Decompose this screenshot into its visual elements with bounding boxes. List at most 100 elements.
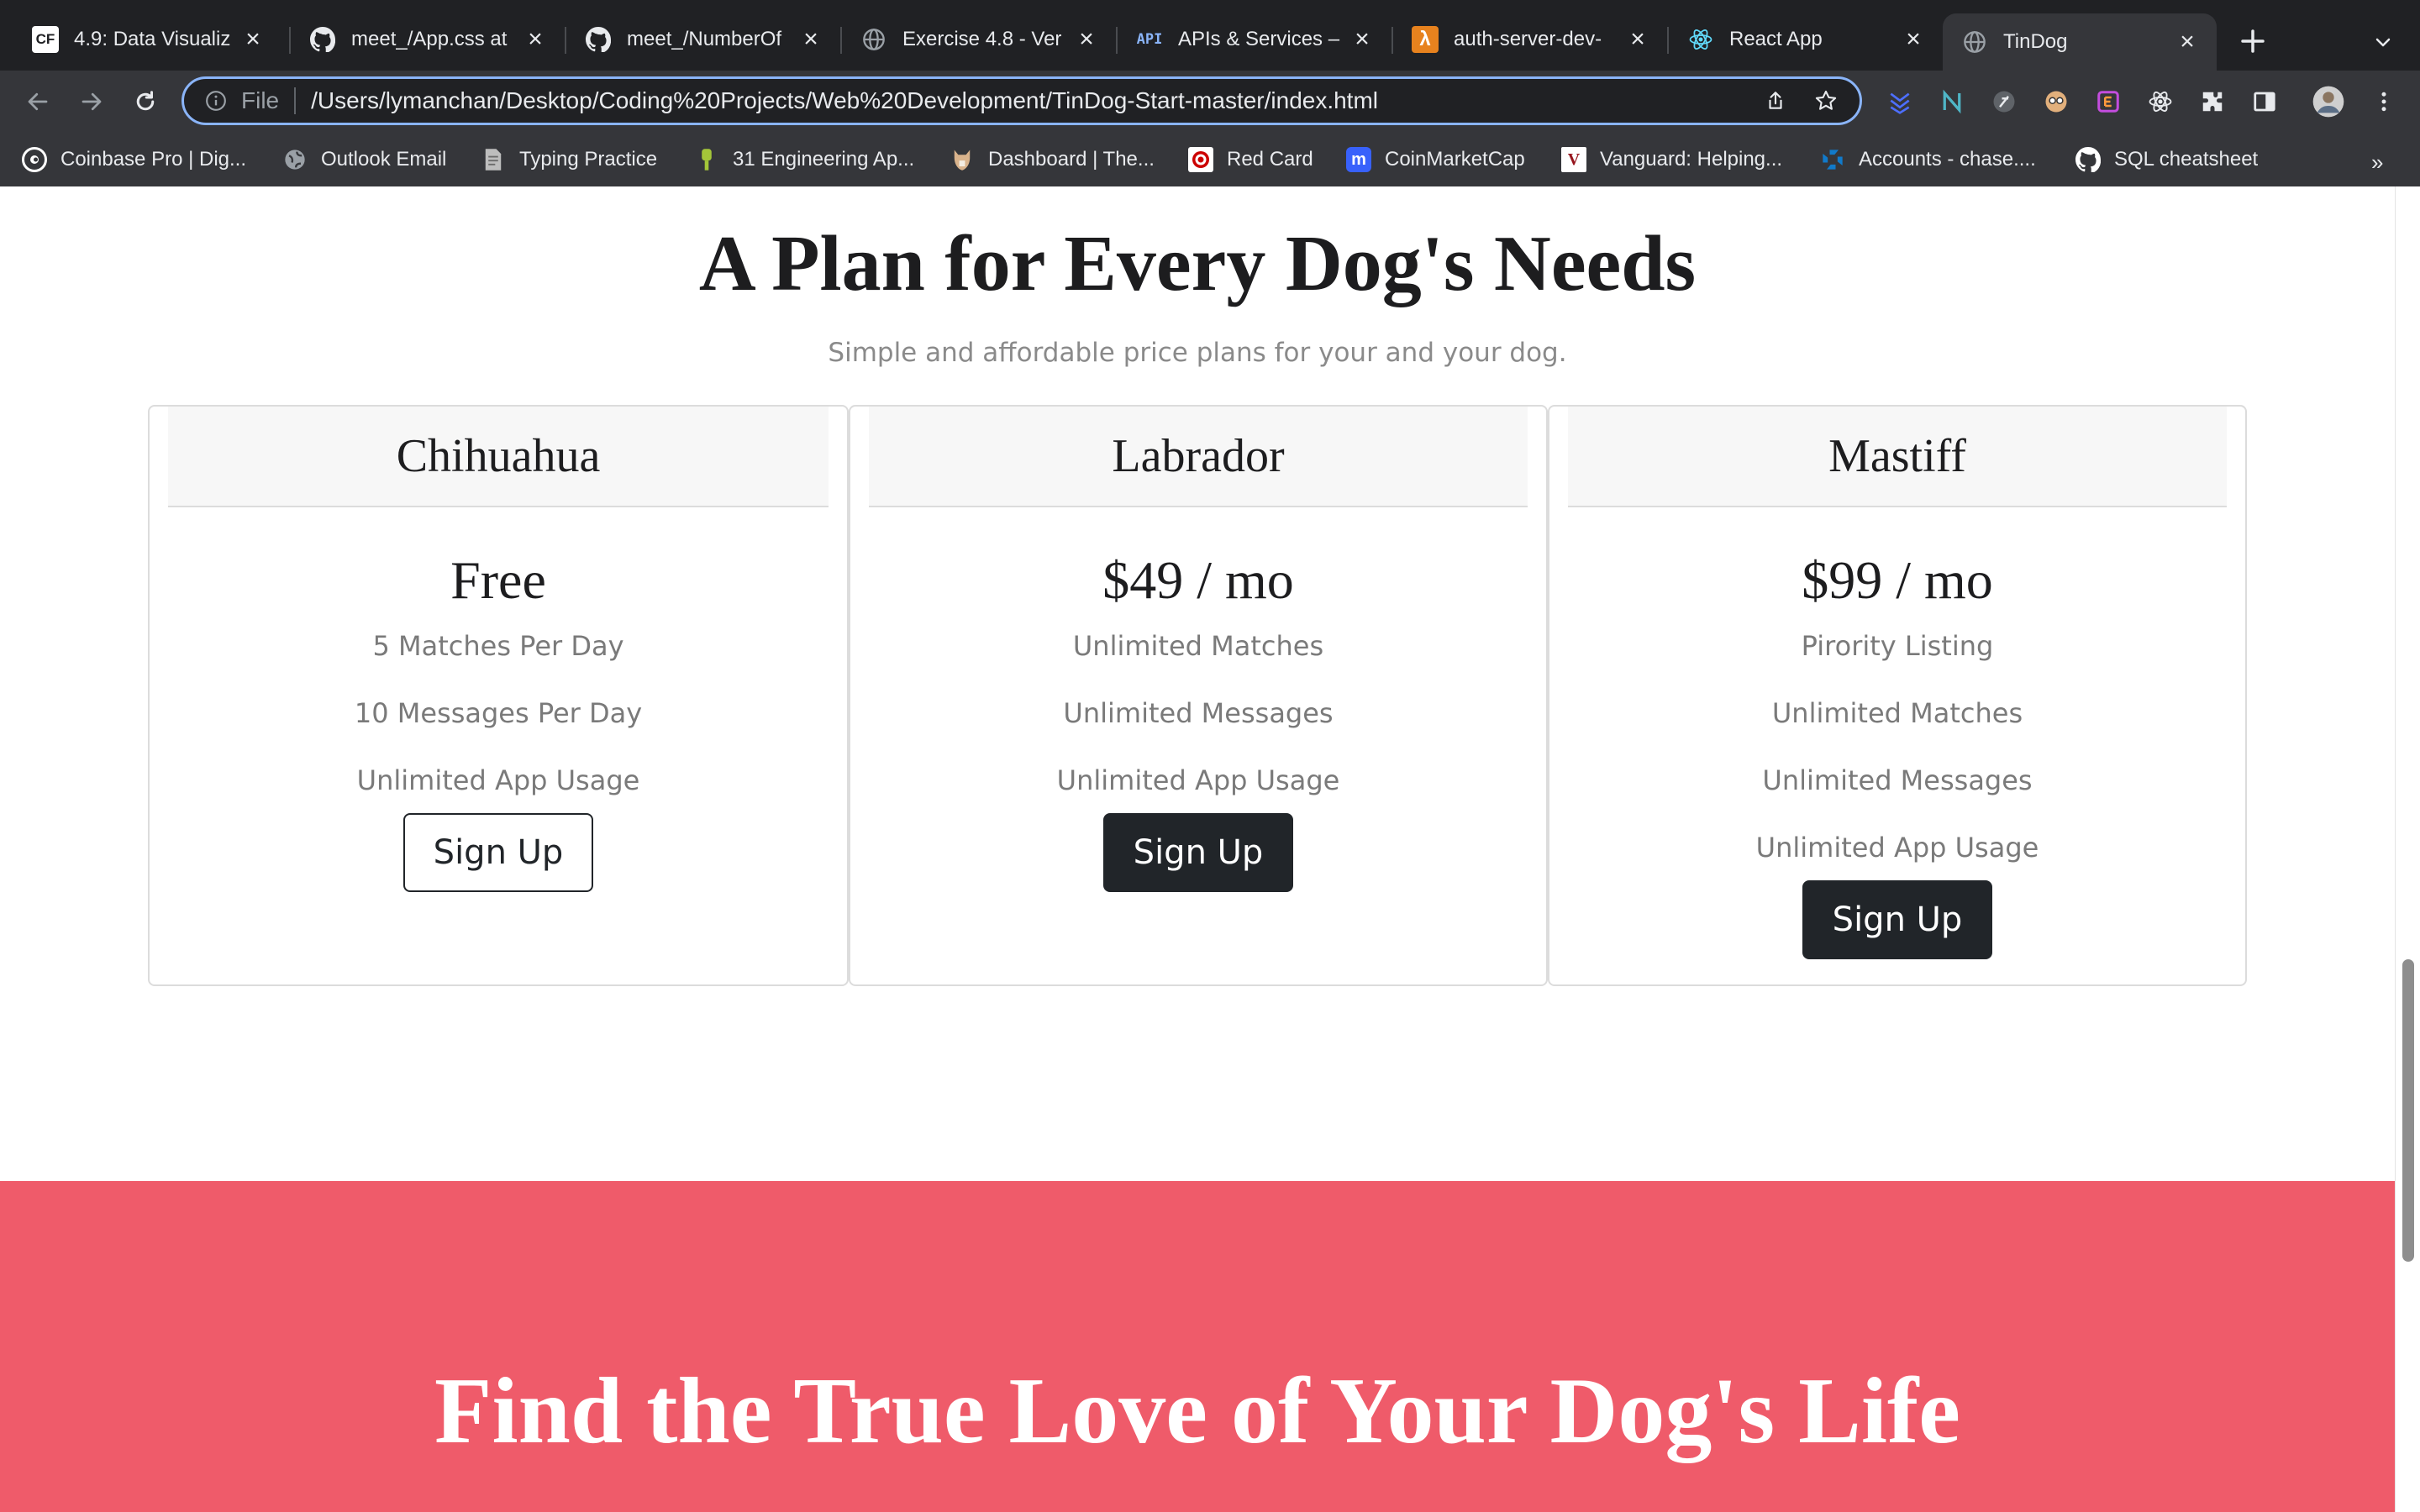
tab-apis-services[interactable]: API APIs & Services – × [1118, 13, 1392, 66]
url-text[interactable]: /Users/lymanchan/Desktop/Coding%20Projec… [311, 87, 1759, 114]
chase-icon [1820, 147, 1845, 172]
forward-button[interactable] [71, 81, 113, 123]
bookmark-label: Typing Practice [519, 148, 658, 171]
bookmark-label: Dashboard | The... [988, 148, 1155, 171]
globe-icon [1961, 29, 1988, 55]
close-icon[interactable]: × [1074, 25, 1099, 53]
tab-title: TinDog [2003, 30, 2068, 53]
tab-strip: CF 4.9: Data Visualiz × meet_/App.css at… [0, 0, 2420, 71]
tab-exercise[interactable]: Exercise 4.8 - Ver × [842, 13, 1116, 66]
react-icon [1687, 26, 1714, 53]
tab-app-css[interactable]: meet_/App.css at × [291, 13, 565, 66]
sign-up-button[interactable]: Sign Up [1103, 813, 1293, 892]
puzzle-icon[interactable] [2195, 84, 2230, 119]
plan-feature: Unlimited Messages [1063, 697, 1334, 729]
react-devtools-icon[interactable] [2143, 84, 2178, 119]
plan-name: Mastiff [1568, 407, 2227, 507]
back-button[interactable] [17, 81, 59, 123]
vanguard-icon: V [1561, 147, 1586, 172]
plan-price: $99 / mo [1802, 550, 1993, 610]
scheme-label: File [241, 87, 280, 113]
reload-icon [136, 91, 155, 111]
bookmark-label: Red Card [1227, 148, 1313, 171]
address-bar[interactable]: File /Users/lymanchan/Desktop/Coding%20P… [182, 76, 1862, 125]
tab-title: React App [1729, 28, 1823, 50]
aws-lambda-icon: λ [1412, 26, 1439, 53]
avatar[interactable] [2311, 84, 2346, 119]
bookmarks-bar: Coinbase Pro | Dig... Outlook Email Typi… [0, 133, 2420, 187]
bookmark-dashboard[interactable]: Dashboard | The... [950, 143, 1155, 176]
sign-up-button[interactable]: Sign Up [403, 813, 593, 892]
bookmark-sql-cheatsheet[interactable]: SQL cheatsheet [2075, 143, 2258, 176]
cta-title: Find the True Love of Your Dog's Life [434, 1359, 1960, 1463]
tab-data-visualization[interactable]: CF 4.9: Data Visualiz × [13, 13, 282, 66]
info-icon[interactable] [203, 87, 229, 114]
close-icon[interactable]: × [1349, 25, 1375, 53]
star-icon[interactable] [1809, 84, 1843, 118]
plan-feature: Pirority Listing [1801, 630, 1994, 662]
github-icon [2075, 147, 2101, 172]
bookmark-label: Accounts - chase.... [1859, 148, 2036, 171]
target-icon [1188, 147, 1213, 172]
bookmark-coinbase[interactable]: Coinbase Pro | Dig... [22, 143, 246, 176]
close-icon[interactable]: × [798, 25, 823, 53]
share-icon[interactable] [1759, 84, 1792, 118]
odin-icon [950, 147, 975, 172]
cta-section: Find the True Love of Your Dog's Life [0, 1181, 2395, 1512]
extension-e-icon[interactable] [2091, 84, 2126, 119]
extension-feather-icon[interactable] [1986, 84, 2022, 119]
pricing-card-mastiff: Mastiff $99 / mo Pirority Listing Unlimi… [1548, 405, 2247, 986]
tab-auth-server[interactable]: λ auth-server-dev- × [1393, 13, 1667, 66]
extension-glasses-icon[interactable] [2039, 84, 2074, 119]
extension-chevrons-icon[interactable] [1882, 84, 1918, 119]
bookmark-coinmarketcap[interactable]: m CoinMarketCap [1346, 143, 1525, 176]
page-scrollbar[interactable] [2395, 186, 2420, 1512]
tab-react-app[interactable]: React App × [1669, 13, 1943, 66]
extension-n-icon[interactable] [1934, 84, 1970, 119]
bookmark-label: Coinbase Pro | Dig... [60, 148, 247, 171]
tab-title: APIs & Services – [1178, 28, 1340, 50]
bookmark-label: CoinMarketCap [1385, 148, 1525, 171]
coinmarketcap-icon: m [1346, 147, 1371, 172]
close-icon[interactable]: × [1625, 25, 1650, 53]
tab-search-button[interactable] [2366, 25, 2400, 59]
plan-price: Free [450, 550, 546, 610]
plan-feature: Unlimited App Usage [356, 764, 640, 796]
reload-button[interactable] [124, 81, 166, 123]
plan-feature: 10 Messages Per Day [354, 697, 643, 729]
pricing-title: A Plan for Every Dog's Needs [698, 220, 1697, 307]
bookmark-red-card[interactable]: Red Card [1188, 143, 1313, 176]
tab-tindog[interactable]: TinDog × [1943, 13, 2217, 71]
bookmark-outlook[interactable]: Outlook Email [282, 143, 446, 176]
more-menu-icon[interactable] [2366, 84, 2402, 119]
bookmark-engineering[interactable]: 31 Engineering Ap... [694, 143, 914, 176]
plan-feature: 5 Matches Per Day [372, 630, 624, 662]
tab-title: auth-server-dev- [1454, 28, 1602, 50]
plan-feature: Unlimited App Usage [1056, 764, 1340, 796]
pricing-subtitle: Simple and affordable price plans for yo… [828, 338, 1567, 368]
browser-chrome: CF 4.9: Data Visualiz × meet_/App.css at… [0, 0, 2420, 187]
sign-up-button[interactable]: Sign Up [1802, 880, 1992, 959]
plan-name: Chihuahua [168, 407, 829, 507]
bookmark-typing-practice[interactable]: Typing Practice [481, 143, 657, 176]
bookmark-label: Outlook Email [321, 148, 447, 171]
chevron-down-icon [2375, 38, 2391, 47]
tab-number-of[interactable]: meet_/NumberOf × [566, 13, 840, 66]
tab-title: meet_/App.css at [351, 28, 508, 50]
close-icon[interactable]: × [1901, 25, 1926, 53]
tab-title: meet_/NumberOf [627, 28, 782, 50]
close-icon[interactable]: × [240, 25, 266, 53]
new-tab-button[interactable] [2232, 20, 2274, 62]
plan-feature: Unlimited App Usage [1755, 832, 2039, 864]
bookmark-vanguard[interactable]: V Vanguard: Helping... [1561, 143, 1782, 176]
bookmark-label: Vanguard: Helping... [1600, 148, 1783, 171]
browser-toolbar: File /Users/lymanchan/Desktop/Coding%20P… [0, 71, 2420, 133]
bookmark-chase[interactable]: Accounts - chase.... [1820, 143, 2036, 176]
close-icon[interactable]: × [523, 25, 548, 53]
side-panel-icon[interactable] [2247, 84, 2282, 119]
globe-icon [282, 147, 308, 172]
scrollbar-thumb[interactable] [2402, 959, 2414, 1262]
document-icon [481, 147, 506, 172]
bookmarks-overflow-button[interactable]: » [2371, 150, 2383, 176]
close-icon[interactable]: × [2175, 28, 2200, 55]
